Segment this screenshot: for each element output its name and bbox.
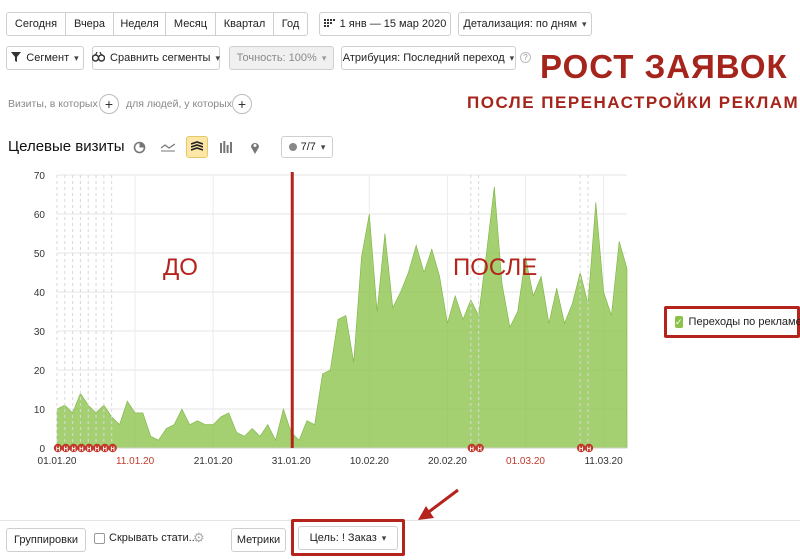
holiday-marker-label: Н bbox=[95, 447, 99, 453]
x-tick-label: 11.01.20 bbox=[116, 456, 155, 467]
area-chart: 0 10 20 30 40 50 60 70 01.01.20 11.01.20 21.01.20 3… bbox=[34, 171, 628, 467]
legend-label: Переходы по рекламе bbox=[688, 316, 800, 328]
holiday-marker-label: Н bbox=[470, 447, 474, 453]
y-tick-label: 70 bbox=[34, 171, 46, 182]
y-tick-label: 10 bbox=[34, 405, 46, 416]
x-tick-label: 10.02.20 bbox=[350, 456, 389, 467]
x-tick-label: 20.02.20 bbox=[428, 456, 467, 467]
holiday-marker-label: Н bbox=[64, 447, 68, 453]
y-tick-label: 20 bbox=[34, 366, 46, 377]
holiday-marker-label: Н bbox=[71, 447, 75, 453]
holiday-marker-label: Н bbox=[103, 447, 107, 453]
series-legend[interactable]: ✓ Переходы по рекламе bbox=[664, 306, 800, 338]
x-tick-label: 01.03.20 bbox=[506, 456, 545, 467]
holiday-marker-label: Н bbox=[87, 447, 91, 453]
x-tick-label: 21.01.20 bbox=[194, 456, 233, 467]
annotation-before: ДО bbox=[163, 254, 198, 281]
hide-stats-toggle[interactable]: Скрывать стати... bbox=[94, 532, 198, 544]
annotation-after: ПОСЛЕ bbox=[453, 254, 537, 281]
y-tick-label: 50 bbox=[34, 249, 46, 260]
holiday-marker-label: Н bbox=[579, 447, 583, 453]
metrics-button[interactable]: Метрики bbox=[231, 528, 286, 552]
goal-highlight-frame bbox=[291, 519, 405, 556]
legend-checkbox[interactable]: ✓ bbox=[675, 316, 683, 328]
x-tick-label: 31.01.20 bbox=[272, 456, 311, 467]
gear-icon[interactable]: ⚙ bbox=[193, 530, 205, 546]
holiday-marker-label: Н bbox=[587, 447, 591, 453]
y-tick-label: 0 bbox=[39, 444, 45, 455]
holiday-marker-label: Н bbox=[110, 447, 114, 453]
holiday-marker-label: Н bbox=[477, 447, 481, 453]
y-tick-label: 30 bbox=[34, 327, 46, 338]
holiday-marker-label: Н bbox=[56, 447, 60, 453]
x-tick-label: 01.01.20 bbox=[38, 456, 77, 467]
holiday-marker-label: Н bbox=[79, 447, 83, 453]
arrow-icon bbox=[418, 488, 459, 520]
y-tick-label: 60 bbox=[34, 210, 46, 221]
x-tick-label: 11.03.20 bbox=[584, 456, 623, 467]
groupings-button[interactable]: Группировки bbox=[6, 528, 86, 552]
hide-stats-checkbox[interactable] bbox=[94, 532, 105, 544]
y-tick-label: 40 bbox=[34, 288, 46, 299]
